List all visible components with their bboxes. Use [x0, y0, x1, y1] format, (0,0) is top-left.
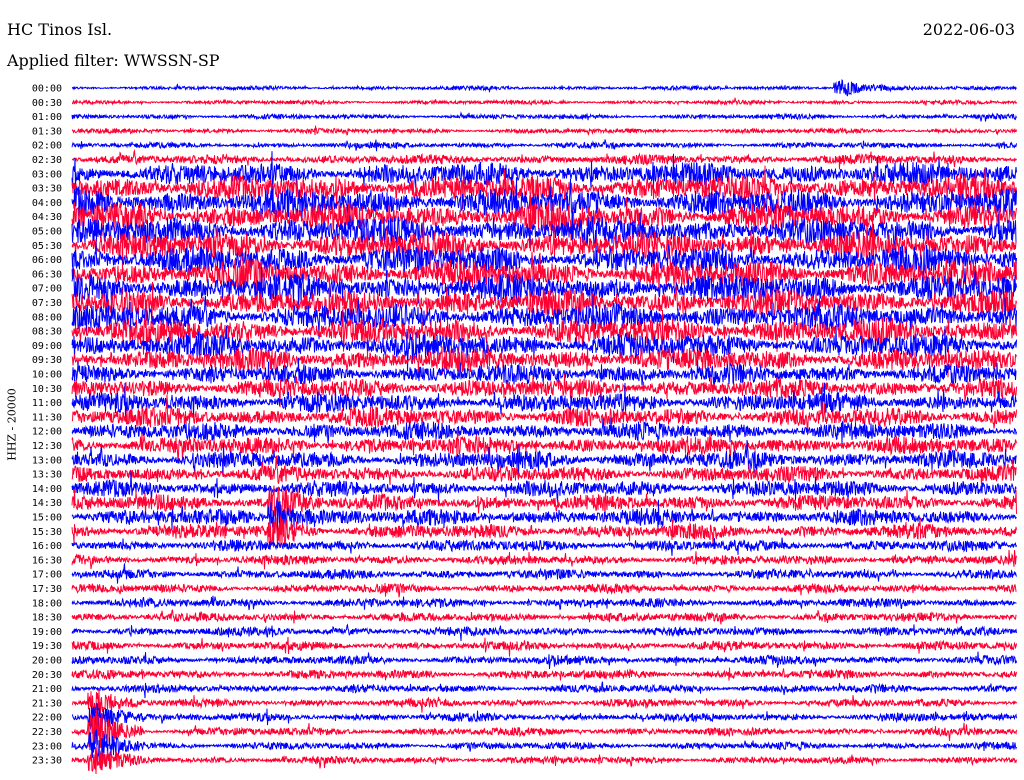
row-time-label: 08:30: [32, 327, 62, 338]
trace-row-1800: [71, 595, 1017, 611]
trace-row-1600: [71, 537, 1017, 556]
row-time-label: 18:30: [32, 613, 62, 624]
row-time-label: 09:00: [32, 341, 62, 352]
row-time-label: 07:00: [32, 284, 62, 295]
trace-row-2030: [71, 667, 1017, 681]
row-time-label: 21:30: [32, 698, 62, 709]
row-time-label: 13:30: [32, 470, 62, 481]
row-time-label: 14:30: [32, 498, 62, 509]
row-time-label: 02:00: [32, 141, 62, 152]
row-time-label: 00:30: [32, 98, 62, 109]
trace-row-1730: [71, 582, 1017, 598]
row-time-label: 23:30: [32, 756, 62, 767]
row-time-label: 10:00: [32, 370, 62, 381]
row-time-label: 15:30: [32, 527, 62, 538]
row-time-label: 18:00: [32, 598, 62, 609]
row-time-label: 22:00: [32, 713, 62, 724]
row-time-label: 12:00: [32, 427, 62, 438]
trace-row-1630: [71, 549, 1017, 570]
row-time-label: 06:00: [32, 255, 62, 266]
row-time-label: 03:30: [32, 184, 62, 195]
row-time-label: 08:00: [32, 312, 62, 323]
trace-row-1930: [71, 636, 1017, 657]
row-time-label: 13:00: [32, 455, 62, 466]
row-time-label: 14:00: [32, 484, 62, 495]
row-time-label: 17:30: [32, 584, 62, 595]
row-time-label: 05:00: [32, 227, 62, 238]
trace-row-2000: [71, 651, 1017, 670]
trace-row-2130: [71, 688, 1017, 717]
row-time-label: 15:00: [32, 513, 62, 524]
row-time-label: 17:00: [32, 570, 62, 581]
row-time-label: 20:00: [32, 656, 62, 667]
row-time-label: 04:00: [32, 198, 62, 209]
row-time-label: 21:00: [32, 684, 62, 695]
row-time-label: 04:30: [32, 212, 62, 223]
row-time-label: 19:00: [32, 627, 62, 638]
row-time-label: 19:30: [32, 641, 62, 652]
trace-row-1830: [71, 609, 1017, 625]
row-time-label: 11:30: [32, 412, 62, 423]
row-time-label: 09:30: [32, 355, 62, 366]
trace-row-0030: [71, 97, 1017, 107]
row-time-label: 16:30: [32, 555, 62, 566]
row-time-label: 01:00: [32, 112, 62, 123]
trace-row-0100: [71, 111, 1017, 122]
trace-row-2100: [71, 681, 1017, 699]
trace-row-2330: [71, 746, 1017, 775]
trace-row-2200: [71, 702, 1017, 734]
row-time-label: 06:30: [32, 269, 62, 280]
row-time-label: 12:30: [32, 441, 62, 452]
row-time-label: 10:30: [32, 384, 62, 395]
row-time-label: 07:30: [32, 298, 62, 309]
helicorder-plot: 00:00 00:30 01:00 01:30 02:00 02:30 03:00 03:30…: [32, 78, 1017, 775]
row-time-label: 03:00: [32, 169, 62, 180]
row-time-label: 11:00: [32, 398, 62, 409]
trace-row-0000: [71, 78, 1017, 97]
trace-row-0200: [71, 139, 1017, 152]
row-time-label: 01:30: [32, 126, 62, 137]
row-time-label: 05:30: [32, 241, 62, 252]
row-time-label: 22:30: [32, 727, 62, 738]
trace-row-1700: [71, 563, 1017, 584]
row-time-label: 00:00: [32, 84, 62, 95]
row-time-label: 20:30: [32, 670, 62, 681]
trace-row-0230: [71, 148, 1017, 170]
row-time-label: 16:00: [32, 541, 62, 552]
trace-row-0130: [71, 125, 1017, 136]
trace-row-1900: [71, 623, 1017, 642]
row-time-label: 23:00: [32, 741, 62, 752]
row-time-label: 02:30: [32, 155, 62, 166]
